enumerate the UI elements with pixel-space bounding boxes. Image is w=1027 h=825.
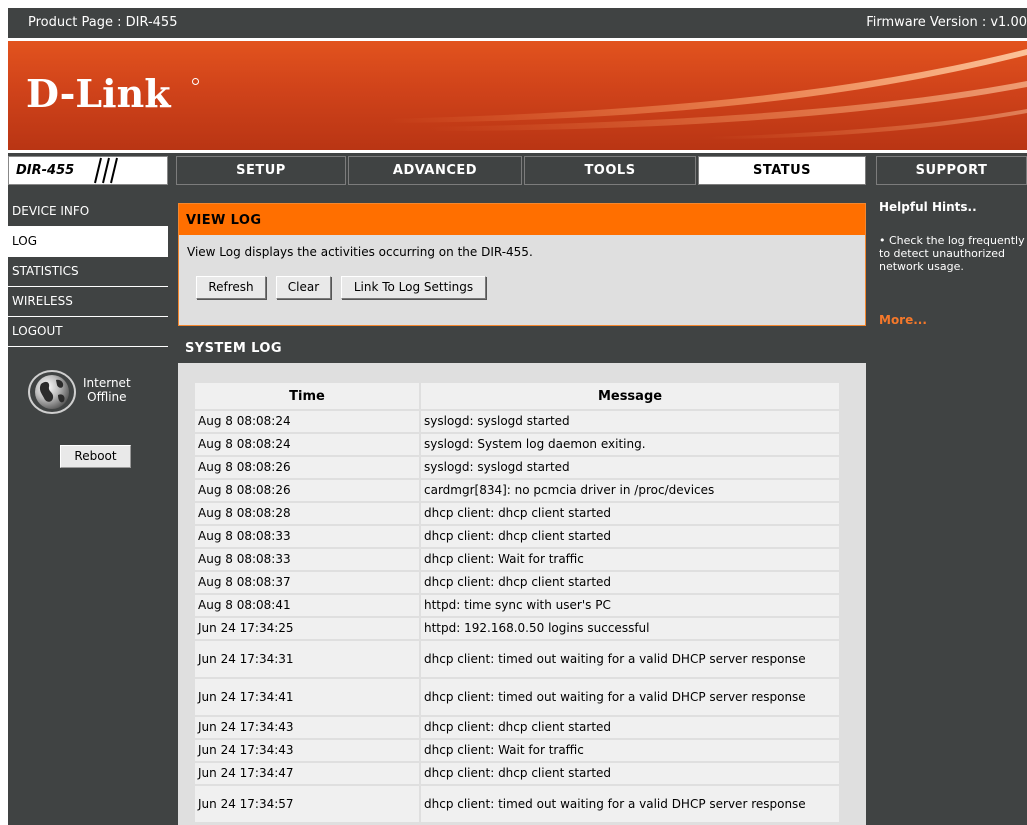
table-row: Aug 8 08:08:37 dhcp client: dhcp client … [195, 572, 839, 593]
model-badge: DIR-455 [8, 156, 168, 185]
log-message: dhcp client: timed out waiting for a val… [421, 641, 839, 677]
log-time: Jun 24 17:34:47 [195, 763, 419, 784]
log-time: Aug 8 08:08:26 [195, 457, 419, 478]
table-row: Aug 8 08:08:26 syslogd: syslogd started [195, 457, 839, 478]
log-message: dhcp client: Wait for traffic [421, 740, 839, 761]
log-message: dhcp client: Wait for traffic [421, 549, 839, 570]
log-time: Jun 24 17:34:41 [195, 679, 419, 715]
model-name: DIR-455 [16, 163, 75, 178]
log-time: Jun 24 17:34:57 [195, 786, 419, 822]
view-log-section: VIEW LOG View Log displays the activitie… [178, 203, 866, 326]
log-message: dhcp client: dhcp client started [421, 717, 839, 738]
internet-state: Offline [87, 390, 127, 404]
table-row: Jun 24 17:34:57 dhcp client: timed out w… [195, 786, 839, 822]
view-log-heading: VIEW LOG [179, 204, 865, 235]
system-log-section: SYSTEM LOG Time Message Aug 8 08:08:24 s… [178, 332, 866, 825]
main-content: VIEW LOG View Log displays the activitie… [178, 197, 866, 825]
log-message: syslogd: syslogd started [421, 411, 839, 432]
log-message: cardmgr[834]: no pcmcia driver in /proc/… [421, 480, 839, 501]
main-nav: DIR-455 SETUP ADVANCED TOOLS STATUS SUPP… [8, 153, 1027, 188]
firmware-version-label: Firmware Version : v1.00 [866, 15, 1027, 30]
log-time: Aug 8 08:08:41 [195, 595, 419, 616]
reboot-button[interactable]: Reboot [60, 445, 131, 468]
log-time: Jun 24 17:34:25 [195, 618, 419, 639]
column-header-time: Time [195, 383, 419, 409]
table-row: Jun 24 17:34:41 dhcp client: timed out w… [195, 679, 839, 715]
column-header-message: Message [421, 383, 839, 409]
tab-setup[interactable]: SETUP [176, 156, 346, 185]
log-message: dhcp client: timed out waiting for a val… [421, 786, 839, 822]
table-row: Aug 8 08:08:41 httpd: time sync with use… [195, 595, 839, 616]
log-time: Jun 24 17:34:43 [195, 740, 419, 761]
table-row: Aug 8 08:08:24 syslogd: syslogd started [195, 411, 839, 432]
product-page-label: Product Page : DIR-455 [28, 15, 178, 30]
clear-button[interactable]: Clear [276, 276, 331, 299]
log-message: httpd: 192.168.0.50 logins successful [421, 618, 839, 639]
tab-advanced[interactable]: ADVANCED [348, 156, 522, 185]
log-message: dhcp client: timed out waiting for a val… [421, 679, 839, 715]
dlink-logo: D-Link [26, 71, 171, 116]
sidebar-item-logout[interactable]: LOGOUT [8, 317, 168, 347]
top-info-bar: Product Page : DIR-455 Firmware Version … [8, 8, 1027, 38]
link-to-log-settings-button[interactable]: Link To Log Settings [341, 276, 486, 299]
internet-status: Internet Offline [28, 370, 168, 415]
dlink-banner: D-Link [8, 41, 1027, 150]
tab-status[interactable]: STATUS [698, 156, 866, 185]
sidebar-item-wireless[interactable]: WIRELESS [8, 287, 168, 317]
log-time: Aug 8 08:08:24 [195, 411, 419, 432]
log-time: Aug 8 08:08:28 [195, 503, 419, 524]
system-log-heading: SYSTEM LOG [178, 332, 866, 363]
table-row: Aug 8 08:08:28 dhcp client: dhcp client … [195, 503, 839, 524]
table-row: Aug 8 08:08:26 cardmgr[834]: no pcmcia d… [195, 480, 839, 501]
more-hints-link[interactable]: More... [879, 313, 927, 327]
sidebar-item-statistics[interactable]: STATISTICS [8, 257, 168, 287]
globe-icon [28, 370, 76, 414]
log-message: dhcp client: dhcp client started [421, 526, 839, 547]
internet-status-text: Internet Offline [83, 376, 131, 404]
log-time: Aug 8 08:08:33 [195, 526, 419, 547]
internet-label: Internet [83, 376, 131, 390]
log-time: Jun 24 17:34:31 [195, 641, 419, 677]
view-log-description: View Log displays the activities occurri… [187, 245, 533, 259]
tab-support[interactable]: SUPPORT [876, 156, 1027, 185]
log-time: Aug 8 08:08:33 [195, 549, 419, 570]
tab-tools[interactable]: TOOLS [524, 156, 696, 185]
log-message: dhcp client: dhcp client started [421, 763, 839, 784]
table-row: Jun 24 17:34:47 dhcp client: dhcp client… [195, 763, 839, 784]
helpful-hints-title: Helpful Hints.. [879, 200, 977, 214]
table-row: Aug 8 08:08:24 syslogd: System log daemo… [195, 434, 839, 455]
log-message: dhcp client: dhcp client started [421, 572, 839, 593]
left-sidebar: DEVICE INFO LOG STATISTICS WIRELESS LOGO… [8, 197, 168, 347]
sidebar-item-device-info[interactable]: DEVICE INFO [8, 197, 168, 227]
helpful-hints-text: • Check the log frequently to detect una… [879, 234, 1025, 273]
log-time: Aug 8 08:08:26 [195, 480, 419, 501]
log-message: syslogd: syslogd started [421, 457, 839, 478]
log-time: Aug 8 08:08:37 [195, 572, 419, 593]
table-row: Jun 24 17:34:43 dhcp client: dhcp client… [195, 717, 839, 738]
sidebar-item-log[interactable]: LOG [8, 227, 168, 257]
log-message: syslogd: System log daemon exiting. [421, 434, 839, 455]
table-row: Aug 8 08:08:33 dhcp client: Wait for tra… [195, 549, 839, 570]
table-header-row: Time Message [195, 383, 839, 409]
table-row: Aug 8 08:08:33 dhcp client: dhcp client … [195, 526, 839, 547]
log-message: httpd: time sync with user's PC [421, 595, 839, 616]
system-log-table: Time Message Aug 8 08:08:24 syslogd: sys… [193, 381, 841, 824]
registered-mark-icon [192, 78, 199, 85]
log-message: dhcp client: dhcp client started [421, 503, 839, 524]
log-time: Jun 24 17:34:43 [195, 717, 419, 738]
router-admin-frame: Product Page : DIR-455 Firmware Version … [8, 8, 1027, 825]
table-row: Jun 24 17:34:31 dhcp client: timed out w… [195, 641, 839, 677]
table-row: Jun 24 17:34:43 dhcp client: Wait for tr… [195, 740, 839, 761]
refresh-button[interactable]: Refresh [196, 276, 266, 299]
table-row: Jun 24 17:34:25 httpd: 192.168.0.50 logi… [195, 618, 839, 639]
slashes-icon [94, 157, 118, 184]
log-time: Aug 8 08:08:24 [195, 434, 419, 455]
